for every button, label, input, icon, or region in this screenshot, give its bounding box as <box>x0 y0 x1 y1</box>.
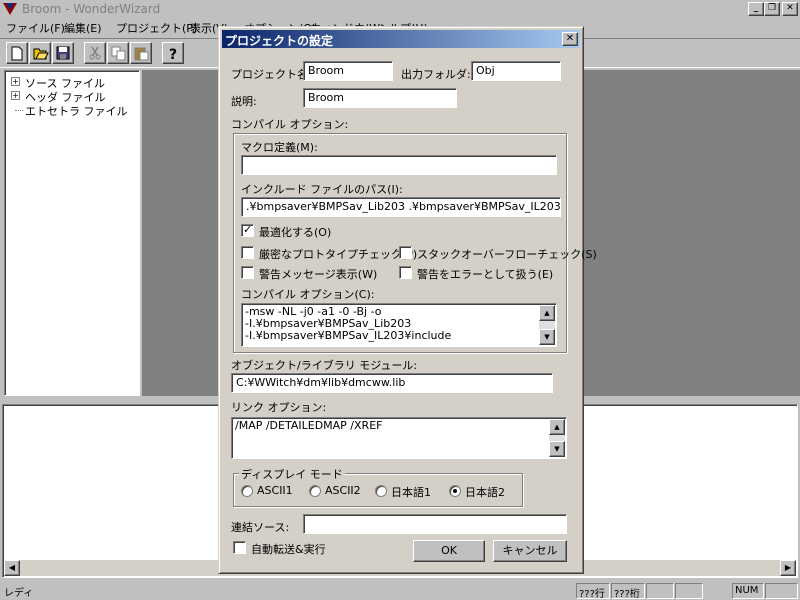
save-disk-icon <box>56 46 70 60</box>
auto-transfer-checkbox[interactable] <box>233 541 246 554</box>
warning-message-checkbox[interactable] <box>241 266 254 279</box>
scroll-up-icon[interactable]: ▲ <box>549 419 565 435</box>
warning-as-error-checkbox[interactable] <box>399 266 412 279</box>
menu-edit[interactable]: 編集(E) <box>64 20 102 36</box>
macro-label: マクロ定義(M): <box>241 141 318 154</box>
save-button[interactable] <box>52 42 74 64</box>
strict-prototype-checkbox[interactable] <box>241 246 254 259</box>
radio-japanese2[interactable] <box>449 485 461 497</box>
help-question-icon: ? <box>169 47 177 61</box>
compile-options-header: コンパイル オプション: <box>231 118 349 131</box>
paste-button[interactable] <box>130 42 152 64</box>
cut-button[interactable] <box>84 42 106 64</box>
tree-connector <box>15 110 23 111</box>
checkmark-icon: ✓ <box>243 223 253 236</box>
include-path-input[interactable]: .¥bmpsaver¥BMPSav_Lib203 .¥bmpsaver¥BMPS… <box>241 197 561 217</box>
project-name-input[interactable]: Broom <box>303 61 393 81</box>
scroll-up-icon[interactable]: ▲ <box>539 305 555 321</box>
status-cell-6 <box>765 583 798 599</box>
minimize-button[interactable]: _ <box>748 2 764 16</box>
status-cell-3 <box>646 583 674 599</box>
radio-selected-icon <box>453 489 457 493</box>
dialog-title: プロジェクトの設定 <box>225 34 334 48</box>
open-file-button[interactable] <box>29 42 51 64</box>
status-bar: レディ ???行 ???桁 NUM <box>0 582 800 600</box>
ascii1-label: ASCII1 <box>257 484 293 497</box>
object-library-input[interactable]: C:¥WWitch¥dm¥lib¥dmcww.lib <box>231 373 553 393</box>
expand-icon[interactable]: + <box>11 77 20 86</box>
compile-options-textarea[interactable]: -msw -NL -j0 -a1 -0 -Bj -o -I.¥bmpsaver¥B… <box>241 303 557 347</box>
include-path-label: インクルード ファイルのパス(I): <box>241 183 403 196</box>
ascii2-label: ASCII2 <box>325 484 361 497</box>
copy-button[interactable] <box>107 42 129 64</box>
output-folder-input[interactable]: Obj <box>471 61 561 81</box>
link-options-label: リンク オプション: <box>231 401 327 414</box>
ok-button[interactable]: OK <box>413 540 485 562</box>
menu-project[interactable]: プロジェクト(P) <box>116 20 197 36</box>
status-num: NUM <box>732 583 764 599</box>
dialog-close-button[interactable]: ✕ <box>562 32 578 46</box>
strict-prototype-label: 厳密なプロトタイプチェック(P) <box>259 248 418 261</box>
linked-source-label: 連結ソース: <box>231 521 290 534</box>
paste-clipboard-icon <box>134 47 149 61</box>
new-file-button[interactable] <box>6 42 28 64</box>
scroll-down-icon[interactable]: ▼ <box>539 329 555 345</box>
radio-ascii1[interactable] <box>241 485 253 497</box>
warning-as-error-label: 警告をエラーとして扱う(E) <box>417 268 554 281</box>
main-title-bar[interactable]: Broom - WonderWizard _ ❐ ✕ <box>0 0 800 18</box>
window-title: Broom - WonderWizard <box>22 2 161 16</box>
japanese2-label: 日本語2 <box>465 486 505 499</box>
linked-source-input[interactable] <box>303 514 567 534</box>
status-column: ???桁 <box>611 583 645 599</box>
app-icon <box>3 3 17 15</box>
auto-transfer-label: 自動転送&実行 <box>251 543 326 556</box>
compile-options-label: コンパイル オプション(C): <box>241 288 375 301</box>
optimize-label: 最適化する(O) <box>259 226 332 239</box>
stack-overflow-checkbox[interactable] <box>399 246 412 259</box>
compile-options-scrollbar[interactable]: ▲ ▼ <box>539 305 555 345</box>
compile-opts-line: -I.¥bmpsaver¥BMPSav_IL203¥include <box>245 329 452 342</box>
expand-icon[interactable]: + <box>11 91 20 100</box>
optimize-checkbox[interactable]: ✓ <box>241 223 254 237</box>
macro-input[interactable] <box>241 155 557 175</box>
help-button[interactable]: ? <box>162 42 184 64</box>
scroll-left-icon[interactable]: ◀ <box>4 560 20 576</box>
radio-japanese1[interactable] <box>375 485 387 497</box>
project-settings-dialog: プロジェクトの設定 ✕ プロジェクト名: Broom 出力フォルダ: Obj 説… <box>218 26 597 574</box>
japanese1-label: 日本語1 <box>391 486 431 499</box>
menu-file[interactable]: ファイル(F) <box>6 20 65 36</box>
project-tree[interactable]: + ソース ファイル + ヘッダ ファイル エトセトラ ファイル <box>4 70 140 396</box>
warning-message-label: 警告メッセージ表示(W) <box>259 268 378 281</box>
link-options-scrollbar[interactable]: ▲ ▼ <box>549 419 565 457</box>
status-text: レディ <box>4 588 34 599</box>
copy-icon <box>111 46 126 61</box>
status-line: ???行 <box>576 583 610 599</box>
display-mode-label: ディスプレイ モード <box>239 466 345 482</box>
stack-overflow-label: スタックオーバーフローチェック(S) <box>417 248 597 261</box>
dialog-title-bar[interactable]: プロジェクトの設定 ✕ <box>222 30 580 48</box>
svg-text:?: ? <box>169 47 177 61</box>
link-options-textarea[interactable]: /MAP /DETAILEDMAP /XREF <box>231 417 567 459</box>
project-name-label: プロジェクト名: <box>231 68 312 81</box>
cancel-button[interactable]: キャンセル <box>493 540 567 562</box>
scroll-right-icon[interactable]: ▶ <box>780 560 796 576</box>
object-library-label: オブジェクト/ライブラリ モジュール: <box>231 359 418 372</box>
scissors-icon <box>89 46 101 60</box>
new-file-icon <box>11 46 23 61</box>
status-cell-4 <box>675 583 703 599</box>
close-button[interactable]: ✕ <box>782 2 798 16</box>
output-folder-label: 出力フォルダ: <box>401 68 471 81</box>
restore-button[interactable]: ❐ <box>764 2 780 16</box>
radio-ascii2[interactable] <box>309 485 321 497</box>
description-input[interactable]: Broom <box>303 88 457 108</box>
scroll-down-icon[interactable]: ▼ <box>549 441 565 457</box>
open-folder-icon <box>33 48 49 60</box>
description-label: 説明: <box>231 95 257 108</box>
